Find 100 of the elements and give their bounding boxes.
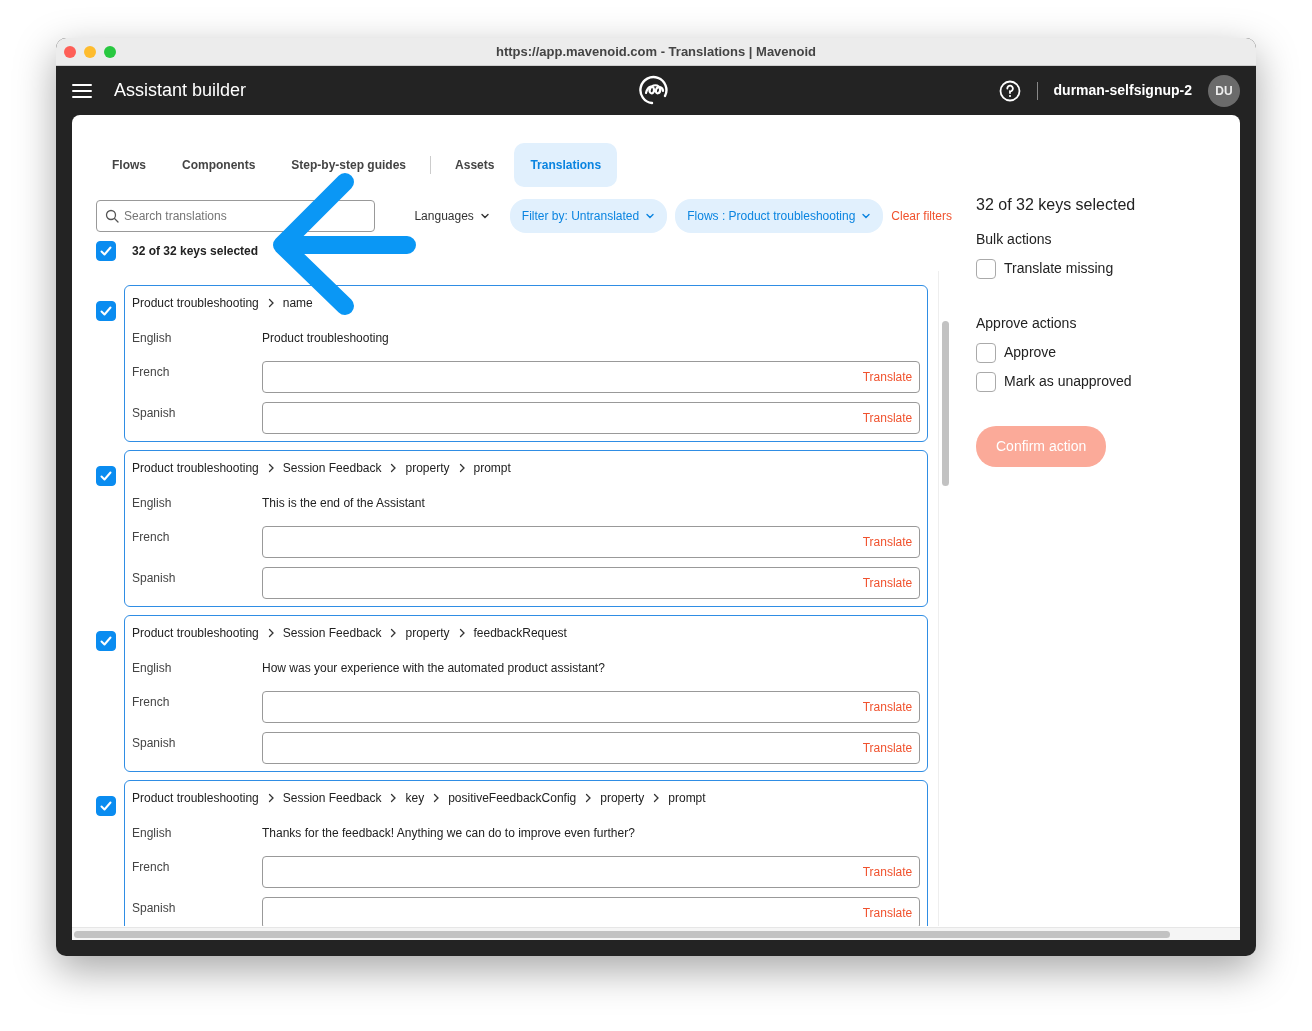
breadcrumb-item[interactable]: name [282, 294, 313, 312]
breadcrumb-item[interactable]: prompt [473, 459, 511, 477]
chevron-right-icon [266, 793, 275, 803]
breadcrumb-item[interactable]: property [600, 789, 645, 807]
translate-button[interactable]: Translate [862, 368, 913, 386]
breadcrumb-item[interactable]: Product troubleshooting [132, 789, 259, 807]
breadcrumb-item[interactable]: Product troubleshooting [132, 294, 259, 312]
breadcrumb-item[interactable]: key [405, 789, 425, 807]
logo-icon[interactable] [639, 74, 671, 106]
user-name[interactable]: durman-selfsignup-2 [1053, 80, 1192, 101]
translate-button[interactable]: Translate [862, 698, 913, 716]
translate-button[interactable]: Translate [862, 863, 913, 881]
user-avatar[interactable]: DU [1208, 74, 1240, 107]
language-label: English [132, 495, 173, 512]
translate-button[interactable]: Translate [862, 904, 913, 922]
chevron-down-icon [479, 211, 490, 221]
checkbox[interactable] [96, 631, 116, 651]
languages-dropdown[interactable]: Languages [402, 199, 502, 233]
language-label: French [132, 364, 171, 381]
translation-field[interactable]: Translate [262, 691, 921, 723]
chevron-right-icon [652, 793, 661, 803]
chevron-right-icon [457, 463, 466, 473]
language-label: English [132, 660, 173, 677]
window-control-icon[interactable] [104, 45, 116, 58]
window-control-icon[interactable] [64, 45, 76, 58]
breadcrumb-item[interactable]: property [405, 459, 450, 477]
chevron-right-icon [389, 628, 398, 638]
chevron-down-icon [861, 211, 872, 221]
translation-field[interactable]: Translate [262, 361, 921, 393]
check-icon [99, 634, 113, 648]
window-control-icon[interactable] [84, 45, 96, 58]
checkbox[interactable] [96, 466, 116, 486]
source-text: Thanks for the feedback! Anything we can do to improve even further? [262, 825, 635, 842]
check-icon [99, 799, 113, 813]
check-icon [99, 469, 113, 483]
language-label: Spanish [132, 900, 177, 917]
tab[interactable]: Flows [96, 143, 162, 187]
chevron-right-icon [266, 298, 275, 308]
translation-field[interactable]: Translate [262, 402, 921, 434]
checkbox[interactable] [976, 258, 996, 279]
breadcrumb-item[interactable]: Session Feedback [282, 789, 382, 807]
chevron-right-icon [389, 793, 398, 803]
translate-button[interactable]: Translate [862, 409, 913, 427]
check-icon [99, 304, 113, 318]
source-text: Product troubleshooting [262, 330, 389, 347]
translation-field[interactable]: Translate [262, 732, 921, 764]
language-label: Spanish [132, 405, 177, 422]
translate-button[interactable]: Translate [862, 574, 913, 592]
chevron-right-icon [389, 463, 398, 473]
scrollbar-thumb[interactable] [942, 321, 950, 486]
breadcrumb-item[interactable]: property [405, 624, 450, 642]
translate-button[interactable]: Translate [862, 739, 913, 757]
scrollbar-thumb[interactable] [74, 931, 1170, 938]
chevron-down-icon [645, 211, 656, 221]
help-icon[interactable] [998, 79, 1021, 102]
checkbox[interactable] [96, 241, 116, 261]
translation-field[interactable]: Translate [262, 856, 921, 888]
chevron-right-icon [584, 793, 593, 803]
source-text: How was your experience with the automated product assistant? [262, 660, 605, 677]
breadcrumb-item[interactable]: Product troubleshooting [132, 459, 259, 477]
translate-button[interactable]: Translate [862, 533, 913, 551]
language-label: English [132, 330, 173, 347]
panel-title: 32 of 32 keys selected [976, 195, 1137, 215]
breadcrumb-item[interactable]: Session Feedback [282, 459, 382, 477]
menu-icon[interactable] [72, 82, 92, 99]
search-field[interactable]: Search translations [96, 200, 376, 232]
translation-field[interactable]: Translate [262, 526, 921, 558]
clear-filters-link[interactable]: Clear filters [891, 207, 952, 225]
checkbox[interactable] [96, 301, 116, 321]
breadcrumb-item[interactable]: Product troubleshooting [132, 624, 259, 642]
horizontal-scrollbar[interactable] [72, 927, 1240, 940]
language-label: French [132, 859, 171, 876]
selection-count: 32 of 32 keys selected [132, 243, 259, 260]
check-icon [99, 244, 113, 258]
tab[interactable]: Components [166, 143, 272, 187]
vertical-scrollbar[interactable] [938, 271, 952, 926]
language-label: English [132, 825, 173, 842]
breadcrumb-item[interactable]: Session Feedback [282, 624, 382, 642]
breadcrumb-item[interactable]: prompt [668, 789, 706, 807]
language-label: Spanish [132, 735, 177, 752]
checkbox[interactable] [976, 342, 996, 363]
tab[interactable]: Assets [439, 143, 511, 187]
app-title: Assistant builder [114, 79, 247, 102]
checkbox[interactable] [976, 371, 996, 392]
tab[interactable]: Step-by-step guides [275, 143, 423, 187]
option-label: Approve [1004, 343, 1057, 362]
section-heading: Bulk actions [976, 230, 1053, 249]
chevron-right-icon [457, 628, 466, 638]
option-label: Translate missing [1004, 259, 1114, 278]
chevron-right-icon [266, 463, 275, 473]
breadcrumb-item[interactable]: feedbackRequest [473, 624, 567, 642]
checkbox[interactable] [96, 796, 116, 816]
chevron-right-icon [266, 628, 275, 638]
language-label: French [132, 694, 171, 711]
translation-field[interactable]: Translate [262, 567, 921, 599]
language-label: Spanish [132, 570, 177, 587]
section-heading: Approve actions [976, 314, 1078, 333]
chevron-right-icon [432, 793, 441, 803]
breadcrumb-item[interactable]: positiveFeedbackConfig [448, 789, 577, 807]
option-label: Mark as unapproved [1004, 372, 1132, 391]
